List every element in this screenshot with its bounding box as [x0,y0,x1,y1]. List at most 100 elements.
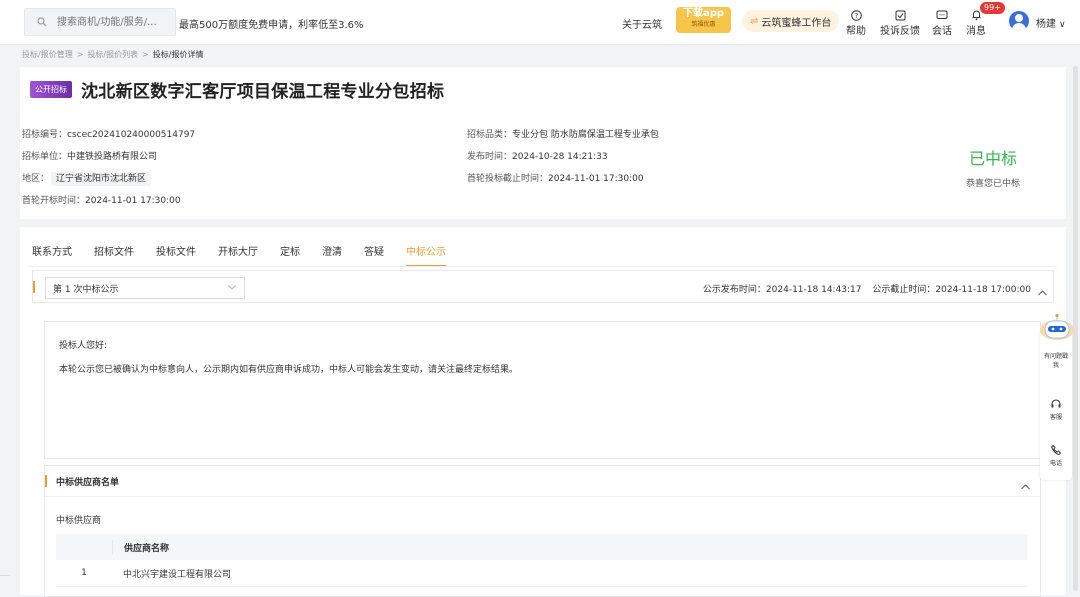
page-scrollbar[interactable] [1073,66,1078,591]
avatar-head [1015,14,1023,22]
notice-end-time: 2024-11-18 17:00:00 [935,285,1031,295]
tender-unit-value: 中建铁投路桥有限公司 [67,152,158,162]
bid-deadline-label: 首轮投标截止时间： [467,174,549,184]
tender-category-label: 招标品类： [467,130,513,140]
phone-icon [1050,444,1062,456]
complaint-button[interactable]: 投诉反馈 [880,8,920,37]
tender-unit: 招标单位：中建铁投路桥有限公司 [22,149,157,162]
search-input[interactable] [55,15,169,29]
chat-button[interactable]: 会话 [932,8,952,37]
user-menu[interactable]: 杨建 ∨ [1036,15,1066,30]
notice-letter: 投标人您好: 本轮公示您已被确认为中标意向人，公示期内如有供应商申诉成功，中标人… [44,321,1041,459]
breadcrumb: 投标/报价管理 > 投标/报价列表 > 投标/报价详情 [22,49,204,60]
notice-times: 公示发布时间：2024-11-18 14:43:17 公示截止时间：2024-1… [703,282,1031,295]
swap-icon: ⇌ [750,15,759,27]
publish-time-value: 2024-10-28 14:21:33 [512,152,608,162]
table-row: 1 中北兴宇建设工程有限公司 [56,560,1027,587]
tender-unit-label: 招标单位： [22,152,68,162]
tab-clarification[interactable]: 澄清 [322,243,342,267]
breadcrumb-item-manage[interactable]: 投标/报价管理 [22,50,73,59]
feedback-icon [895,8,906,22]
headset-icon [1051,399,1061,408]
tab-underline [28,266,1057,267]
messages-label: 消息 [966,26,986,37]
download-app-button[interactable]: 下载app 筑福优惠 [676,7,731,33]
messages-badge: 99+ [980,2,1005,14]
first-open-label: 首轮开标时间： [22,196,86,206]
top-bar: 最高500万额度免费申请，利率低至3.6% 关于云筑 下载app 筑福优惠 ⇌ … [0,0,1080,45]
complaint-label: 投诉反馈 [880,26,920,37]
tab-bar: 联系方式 招标文件 投标文件 开标大厅 定标 澄清 答疑 中标公示 [32,243,468,267]
tab-contact[interactable]: 联系方式 [32,243,72,267]
tender-category: 招标品类：专业分包 防水防腐保温工程专业承包 [467,127,659,140]
award-status-subtitle: 恭喜您已中标 [965,179,1020,189]
robot-assistant-button[interactable]: 有问题戳我 [1040,352,1072,370]
tender-detail-card: 公开招标 沈北新区数字汇客厅项目保温工程专业分包招标 招标编号：cscec202… [20,67,1066,597]
bid-deadline-value: 2024-11-01 17:30:00 [548,174,644,184]
breadcrumb-item-detail: 投标/报价详情 [152,50,204,59]
search-icon [37,17,47,27]
supplier-table: 供应商名称 1 中北兴宇建设工程有限公司 [56,534,1027,587]
tender-number-label: 招标编号： [22,130,68,140]
avatar-body [1012,23,1026,31]
supplier-list-section: 中标供应商名单 中标供应商 供应商名称 1 中北兴宇建设工程有限公司 [44,465,1041,597]
avatar[interactable] [1009,11,1029,31]
section-divider [20,219,1066,227]
chevron-up-icon[interactable] [1021,475,1030,494]
row-index: 1 [81,568,87,578]
username-label: 杨建 [1036,19,1056,30]
tab-bid-opening[interactable]: 开标大厅 [218,243,258,267]
tender-region: 地区： 辽宁省沈阳市沈北新区 [22,171,152,186]
tender-region-label: 地区： [22,174,50,184]
question-icon: ? [850,8,862,22]
promo-link[interactable]: 最高500万额度免费申请，利率低至3.6% [179,16,364,31]
chevron-up-icon[interactable] [1038,281,1047,300]
customer-service-button[interactable]: 客服 [1040,398,1072,421]
title-row: 公开招标 沈北新区数字汇客厅项目保温工程专业分包招标 [30,77,444,102]
breadcrumb-separator-icon: > [76,50,84,59]
supplier-list-title: 中标供应商名单 [56,478,120,488]
notice-round-select[interactable]: 第 1 次中标公示 [45,277,245,299]
notice-greeting: 投标人您好: [59,341,108,351]
award-status: 已中标 恭喜您已中标 [958,145,1028,189]
supplier-subtitle: 中标供应商 [56,516,102,526]
robot-mascot-icon[interactable] [1038,312,1076,342]
notice-body: 本轮公示您已被确认为中标意向人，公示期内如有供应商申诉成功，中标人可能会发生变动… [59,365,519,375]
about-link[interactable]: 关于云筑 [622,16,662,31]
customer-service-label: 客服 [1049,414,1062,421]
chevron-down-icon [228,283,236,293]
notice-publish-time: 2024-11-18 14:43:17 [765,285,862,295]
help-button[interactable]: ? 帮助 [846,8,866,37]
phone-label: 电话 [1049,460,1062,467]
phone-button[interactable]: 电话 [1040,444,1072,467]
publish-time-label: 发布时间： [467,152,513,162]
svg-text:?: ? [854,12,858,20]
breadcrumb-item-list[interactable]: 投标/报价列表 [87,50,138,59]
download-app-sublabel: 筑福优惠 [691,21,716,28]
notice-header: 第 1 次中标公示 公示发布时间：2024-11-18 14:43:17 公示截… [32,270,1054,303]
chat-label: 会话 [932,26,952,37]
chat-icon [936,8,948,22]
tender-type-tag: 公开招标 [30,81,72,98]
left-edge-divider [0,575,10,576]
tabs-panel: 联系方式 招标文件 投标文件 开标大厅 定标 澄清 答疑 中标公示 第 1 次中… [28,227,1057,597]
tab-bid-docs[interactable]: 投标文件 [156,243,196,267]
accent-bar [33,281,35,293]
robot-assistant-label: 有问题戳我 [1044,353,1069,369]
tender-number-value: cscec202410240000514797 [67,130,196,140]
tab-award-notice[interactable]: 中标公示 [406,243,446,267]
tab-award[interactable]: 定标 [280,243,300,267]
search-box[interactable] [24,8,176,36]
tab-qa[interactable]: 答疑 [364,243,384,267]
first-open-value: 2024-11-01 17:30:00 [85,196,181,206]
tender-number: 招标编号：cscec202410240000514797 [22,127,195,140]
chevron-down-icon: ∨ [1059,20,1066,30]
accent-bar [45,475,47,487]
tab-tender-docs[interactable]: 招标文件 [94,243,134,267]
download-app-label: 下载app [682,8,725,19]
workbench-button[interactable]: ⇌ 云筑蜜蜂工作台 [742,10,840,32]
notice-publish-label: 公示发布时间： [702,285,766,295]
right-float-rail: 有问题戳我 客服 电话 [1040,330,1072,480]
help-label: 帮助 [846,26,866,37]
tender-category-value: 专业分包 防水防腐保温工程专业承包 [512,130,659,140]
